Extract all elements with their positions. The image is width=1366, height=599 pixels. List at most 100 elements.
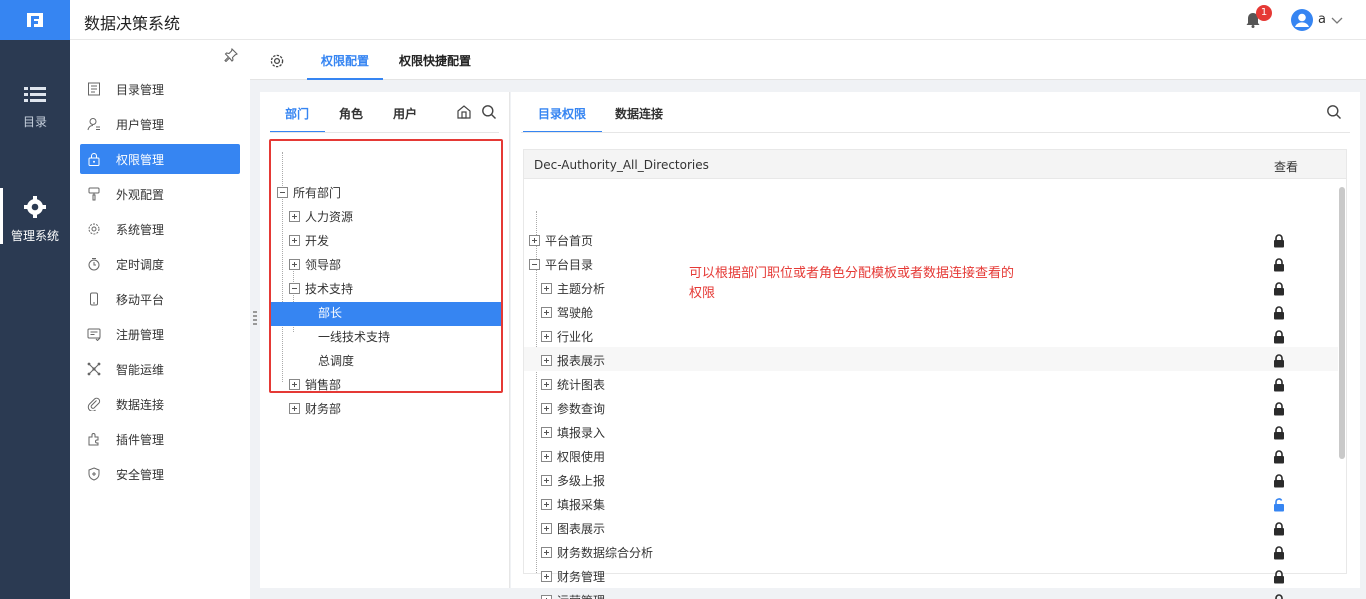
table-row[interactable]: 填报采集 xyxy=(541,494,605,516)
expand-icon[interactable] xyxy=(541,547,552,558)
tab-role[interactable]: 角色 xyxy=(339,105,363,122)
vertical-scrollbar[interactable] xyxy=(1339,187,1345,459)
tab-quick-permission-config[interactable]: 权限快捷配置 xyxy=(399,52,471,69)
expand-icon[interactable] xyxy=(541,499,552,510)
lock-icon[interactable] xyxy=(1273,282,1285,299)
resize-handle[interactable] xyxy=(253,311,257,325)
collapse-icon[interactable] xyxy=(289,283,300,294)
rail-item-catalog[interactable]: 目录 xyxy=(0,86,70,130)
tree-node[interactable]: 总调度 xyxy=(318,350,354,372)
settings-icon[interactable] xyxy=(269,53,285,72)
expand-icon[interactable] xyxy=(541,403,552,414)
lock-icon[interactable] xyxy=(1273,306,1285,323)
tree-node[interactable]: 领导部 xyxy=(289,254,341,276)
expand-icon[interactable] xyxy=(541,283,552,294)
table-row[interactable]: 权限使用 xyxy=(541,446,605,468)
user-name[interactable]: a xyxy=(1318,12,1326,27)
expand-icon[interactable] xyxy=(541,475,552,486)
lock-icon[interactable] xyxy=(1273,378,1285,395)
tree-node[interactable]: 财务部 xyxy=(289,398,341,420)
lock-icon[interactable] xyxy=(1273,546,1285,563)
lock-icon[interactable] xyxy=(1273,474,1285,491)
expand-icon[interactable] xyxy=(541,523,552,534)
table-row[interactable]: 参数查询 xyxy=(541,398,605,420)
lock-icon[interactable] xyxy=(1273,354,1285,371)
expand-icon[interactable] xyxy=(541,331,552,342)
tree-node[interactable]: 开发 xyxy=(289,230,329,252)
lock-icon[interactable] xyxy=(1273,426,1285,443)
tree-node[interactable]: 一线技术支持 xyxy=(318,326,390,348)
table-row[interactable]: 财务数据综合分析 xyxy=(541,542,653,564)
tab-department[interactable]: 部门 xyxy=(269,105,326,133)
lock-icon[interactable] xyxy=(1273,234,1285,251)
row-label: 填报采集 xyxy=(557,498,606,512)
sidebar-item-system[interactable]: 系统管理 xyxy=(80,214,240,244)
table-row[interactable]: 财务管理 xyxy=(541,566,605,588)
sidebar-item-catalog[interactable]: 目录管理 xyxy=(80,74,240,104)
table-row[interactable]: 报表展示 xyxy=(541,350,605,372)
tree-node-selected[interactable]: 部长 xyxy=(318,302,342,324)
sidebar-item-security[interactable]: 安全管理 xyxy=(80,459,240,489)
table-row[interactable]: 平台目录 xyxy=(529,254,593,276)
table-row[interactable]: 图表展示 xyxy=(541,518,605,540)
sidebar-item-schedule[interactable]: 定时调度 xyxy=(80,249,240,279)
tree-node[interactable]: 所有部门 xyxy=(277,182,341,204)
sidebar-item-plugins[interactable]: 插件管理 xyxy=(80,424,240,454)
tree-node-label: 技术支持 xyxy=(305,282,354,296)
sidebar-item-permissions[interactable]: 权限管理 xyxy=(80,144,240,174)
lock-icon[interactable] xyxy=(1273,330,1285,347)
lock-icon[interactable] xyxy=(1273,570,1285,587)
avatar[interactable] xyxy=(1291,9,1313,31)
tree-node[interactable]: 销售部 xyxy=(289,374,341,396)
chevron-down-icon[interactable] xyxy=(1331,14,1343,28)
table-row[interactable]: 统计图表 xyxy=(541,374,605,396)
table-row[interactable]: 填报录入 xyxy=(541,422,605,444)
unlock-icon[interactable] xyxy=(1273,498,1285,515)
table-row[interactable]: 主题分析 xyxy=(541,278,605,300)
lock-icon[interactable] xyxy=(1273,402,1285,419)
table-row[interactable]: 多级上报 xyxy=(541,470,605,492)
sidebar-item-appearance[interactable]: 外观配置 xyxy=(80,179,240,209)
tab-directory-permission[interactable]: 目录权限 xyxy=(522,105,603,133)
expand-icon[interactable] xyxy=(289,211,300,222)
rail-item-manage-system[interactable]: 管理系统 xyxy=(0,188,70,244)
expand-icon[interactable] xyxy=(541,427,552,438)
table-row[interactable]: 运营管理 xyxy=(541,590,605,599)
expand-icon[interactable] xyxy=(541,355,552,366)
sidebar-item-users[interactable]: 用户管理 xyxy=(80,109,240,139)
sidebar-item-mobile[interactable]: 移动平台 xyxy=(80,284,240,314)
tree-node[interactable]: 技术支持 xyxy=(289,278,353,300)
search-icon[interactable] xyxy=(481,104,497,123)
collapse-icon[interactable] xyxy=(277,187,288,198)
expand-icon[interactable] xyxy=(541,451,552,462)
lock-icon[interactable] xyxy=(1273,594,1285,599)
expand-icon[interactable] xyxy=(529,235,540,246)
expand-icon[interactable] xyxy=(541,595,552,599)
tab-user[interactable]: 用户 xyxy=(393,105,417,122)
expand-icon[interactable] xyxy=(541,307,552,318)
expand-icon[interactable] xyxy=(541,379,552,390)
pin-icon[interactable] xyxy=(224,47,238,65)
fine-logo-icon[interactable] xyxy=(0,0,70,40)
expand-icon[interactable] xyxy=(289,235,300,246)
table-row[interactable]: 平台首页 xyxy=(529,230,593,252)
expand-icon[interactable] xyxy=(289,259,300,270)
table-row[interactable]: 行业化 xyxy=(541,326,593,348)
tab-permission-config[interactable]: 权限配置 xyxy=(306,52,384,80)
lock-icon[interactable] xyxy=(1273,258,1285,275)
table-row[interactable]: 驾驶舱 xyxy=(541,302,593,324)
sidebar-item-ops[interactable]: 智能运维 xyxy=(80,354,240,384)
expand-icon[interactable] xyxy=(541,571,552,582)
collapse-icon[interactable] xyxy=(529,259,540,270)
lock-icon[interactable] xyxy=(1273,522,1285,539)
search-icon[interactable] xyxy=(1326,104,1342,123)
sidebar-item-data-connection[interactable]: 数据连接 xyxy=(80,389,240,419)
department-sync-icon[interactable] xyxy=(456,104,472,123)
expand-icon[interactable] xyxy=(289,379,300,390)
sidebar-item-register[interactable]: 注册管理 xyxy=(80,319,240,349)
expand-icon[interactable] xyxy=(289,403,300,414)
lock-icon[interactable] xyxy=(1273,450,1285,467)
tab-data-connection[interactable]: 数据连接 xyxy=(615,105,663,122)
tree-node[interactable]: 人力资源 xyxy=(289,206,353,228)
list-icon xyxy=(0,86,70,107)
